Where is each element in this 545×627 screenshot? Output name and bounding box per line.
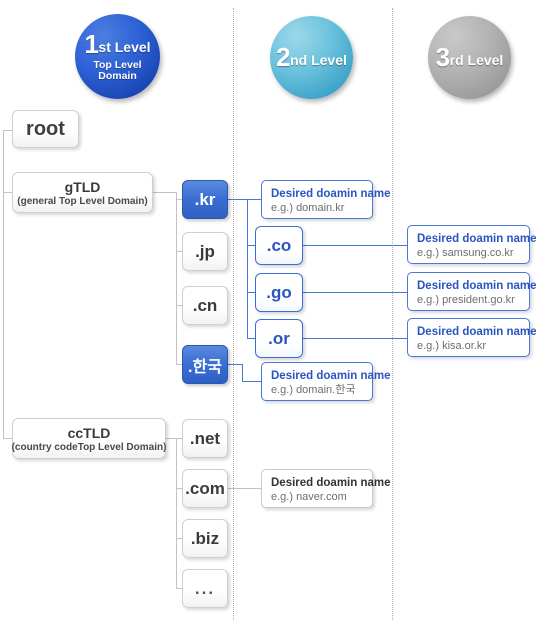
level-3-title: 3rd Level [435, 41, 504, 72]
cctld-child-spine [176, 438, 177, 588]
infobox-kr-example: e.g.) domain.kr [271, 202, 345, 215]
level-1-badge: 1st Level Top Level Domain [75, 14, 160, 99]
node-tld-hanguk-label: .한국 [188, 358, 222, 376]
infobox-or-example: e.g.) kisa.or.kr [417, 340, 487, 353]
infobox-com-example: e.g.) naver.com [271, 491, 347, 504]
node-cctld-sublabel: (country codeTop Level Domain) [11, 441, 167, 453]
infobox-or[interactable]: Desired doamin name e.g.) kisa.or.kr [407, 318, 537, 357]
infobox-hanguk[interactable]: Desired doamin name e.g.) domain.한국 [261, 362, 391, 401]
level-3-number: 3 [435, 41, 450, 72]
level-2-ordinal: nd [290, 51, 308, 68]
connector-go-to-info [303, 292, 407, 293]
node-tld-hanguk[interactable]: .한국 [182, 345, 228, 384]
node-tld-com[interactable]: .com [182, 469, 228, 508]
column-separator-1 [233, 8, 234, 620]
level-3-word: Level [467, 51, 504, 68]
node-tld-net[interactable]: .net [182, 419, 228, 458]
node-tld-cn-label: .cn [192, 295, 218, 315]
infobox-or-title: Desired doamin name [417, 326, 537, 338]
node-root-label: root [26, 117, 65, 140]
node-sld-go[interactable]: .go [255, 273, 303, 312]
node-tld-more-label: ... [194, 578, 216, 598]
infobox-co-example: e.g.) samsung.co.kr [417, 247, 514, 260]
infobox-com-title: Desired doamin name [271, 477, 391, 489]
level-2-badge: 2nd Level [270, 16, 353, 99]
node-gtld[interactable]: gTLD (general Top Level Domain) [12, 172, 153, 213]
node-tld-kr-label: .kr [194, 189, 216, 209]
hanguk-out [228, 364, 242, 365]
node-sld-go-label: .go [266, 282, 292, 302]
infobox-go-title: Desired doamin name [417, 280, 537, 292]
node-tld-kr[interactable]: .kr [182, 180, 228, 219]
infobox-go[interactable]: Desired doamin name e.g.) president.go.k… [407, 272, 537, 311]
node-cctld-label: ccTLD [67, 424, 111, 441]
node-tld-cn[interactable]: .cn [182, 286, 228, 325]
node-tld-com-label: .com [185, 478, 225, 498]
kr-out [228, 199, 248, 200]
domain-hierarchy-diagram: 1st Level Top Level Domain 2nd Level 3rd… [0, 0, 545, 627]
infobox-com[interactable]: Desired doamin name e.g.) naver.com [261, 469, 391, 508]
node-sld-co[interactable]: .co [255, 226, 303, 265]
connector-or-to-info [303, 338, 407, 339]
hanguk-child-spine [242, 364, 243, 381]
node-tld-jp[interactable]: .jp [182, 232, 228, 271]
node-tld-biz[interactable]: .biz [182, 519, 228, 558]
node-tld-more[interactable]: ... [182, 569, 228, 608]
level-2-word: Level [311, 51, 347, 68]
cctld-out [165, 438, 176, 439]
root-spine [3, 130, 4, 438]
level-1-subtitle-line2: Domain [98, 70, 137, 83]
kr-child-spine [247, 199, 248, 338]
connector-com-to-info [228, 488, 261, 489]
level-1-ordinal: st [98, 38, 111, 55]
level-2-number: 2 [276, 41, 291, 72]
node-sld-co-label: .co [266, 235, 292, 255]
connector-kr-info [247, 199, 261, 200]
infobox-kr-title: Desired doamin name [271, 188, 391, 200]
node-tld-jp-label: .jp [195, 241, 215, 261]
node-cctld[interactable]: ccTLD (country codeTop Level Domain) [12, 418, 166, 459]
connector-co-to-info [303, 245, 407, 246]
infobox-co[interactable]: Desired doamin name e.g.) samsung.co.kr [407, 225, 537, 264]
infobox-go-example: e.g.) president.go.kr [417, 294, 515, 307]
connector-hanguk-info [242, 381, 261, 382]
gtld-child-spine [176, 192, 177, 364]
level-1-word: Level [114, 38, 151, 55]
node-gtld-label: gTLD [64, 178, 101, 195]
node-sld-or[interactable]: .or [255, 319, 303, 358]
column-separator-2 [392, 8, 393, 620]
node-tld-biz-label: .biz [190, 528, 220, 548]
level-3-badge: 3rd Level [428, 16, 511, 99]
gtld-out [152, 192, 176, 193]
node-root[interactable]: root [12, 110, 79, 148]
level-1-number: 1 [84, 28, 99, 59]
infobox-kr[interactable]: Desired doamin name e.g.) domain.kr [261, 180, 391, 219]
infobox-hanguk-example: e.g.) domain.한국 [271, 384, 356, 397]
level-1-title: 1st Level [84, 28, 151, 59]
level-2-title: 2nd Level [276, 41, 347, 72]
node-tld-net-label: .net [189, 428, 221, 448]
infobox-co-title: Desired doamin name [417, 233, 537, 245]
node-sld-or-label: .or [268, 328, 290, 348]
infobox-hanguk-title: Desired doamin name [271, 370, 391, 382]
node-gtld-sublabel: (general Top Level Domain) [17, 195, 148, 207]
level-3-ordinal: rd [449, 51, 464, 68]
